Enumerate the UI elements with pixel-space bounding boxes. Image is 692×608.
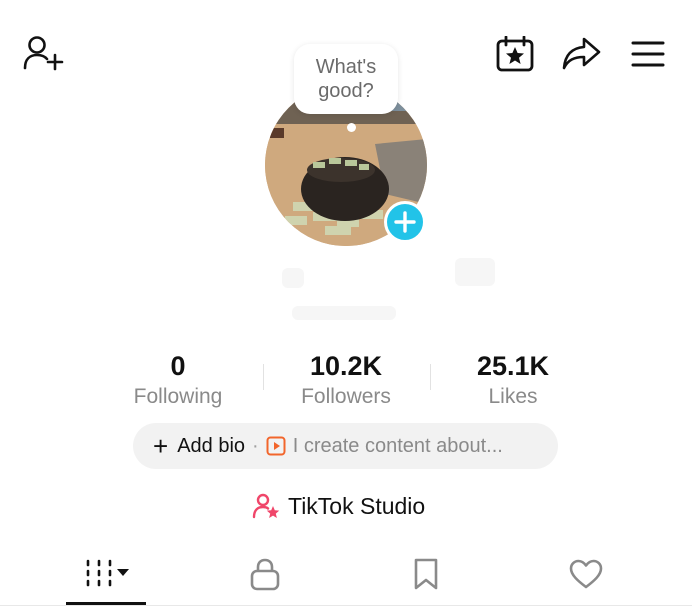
person-add-icon[interactable] xyxy=(22,34,64,72)
grid-bars-icon xyxy=(86,559,129,587)
stat-likes[interactable]: 25.1K Likes xyxy=(433,351,593,410)
tab-saved[interactable] xyxy=(386,548,466,600)
tooltip-pointer xyxy=(347,123,356,132)
profile-screen: What's good? 0 Following 10.2K Followers… xyxy=(0,0,692,608)
play-square-icon xyxy=(266,436,286,456)
hamburger-menu-icon[interactable] xyxy=(631,40,665,68)
stat-divider xyxy=(263,364,264,390)
following-count: 0 xyxy=(170,351,186,381)
bookmark-icon xyxy=(414,558,438,590)
handle-placeholder xyxy=(292,306,396,320)
calendar-star-icon[interactable] xyxy=(496,36,534,72)
tab-private[interactable] xyxy=(225,548,305,600)
plus-icon xyxy=(394,211,416,233)
likes-label: Likes xyxy=(488,385,538,408)
following-label: Following xyxy=(133,385,223,408)
plus-icon: + xyxy=(153,431,169,461)
bio-hint: I create content about... xyxy=(292,434,503,457)
person-star-icon xyxy=(252,493,280,519)
tab-videos[interactable] xyxy=(66,548,146,600)
likes-count: 25.1K xyxy=(476,351,550,381)
share-arrow-icon[interactable] xyxy=(561,36,601,72)
followers-label: Followers xyxy=(301,385,391,408)
stat-following[interactable]: 0 Following xyxy=(98,351,258,410)
add-bio-label: Add bio xyxy=(177,434,246,457)
username-placeholder xyxy=(282,268,304,288)
tab-bar-border xyxy=(0,605,692,606)
stat-divider xyxy=(430,364,431,390)
tiktok-studio-link[interactable]: TikTok Studio xyxy=(252,490,425,522)
lock-icon xyxy=(250,558,280,591)
add-bio-button[interactable]: + Add bio · I create content about... xyxy=(133,423,558,469)
add-photo-button[interactable] xyxy=(384,201,426,243)
stat-followers[interactable]: 10.2K Followers xyxy=(266,351,426,410)
username-placeholder xyxy=(455,258,495,286)
studio-label: TikTok Studio xyxy=(288,492,426,519)
status-tooltip[interactable]: What's good? xyxy=(294,44,398,114)
tooltip-text: What's good? xyxy=(315,56,377,102)
tab-liked[interactable] xyxy=(546,548,626,600)
heart-icon xyxy=(569,559,603,589)
separator-dot: · xyxy=(252,434,259,457)
followers-count: 10.2K xyxy=(309,351,383,381)
